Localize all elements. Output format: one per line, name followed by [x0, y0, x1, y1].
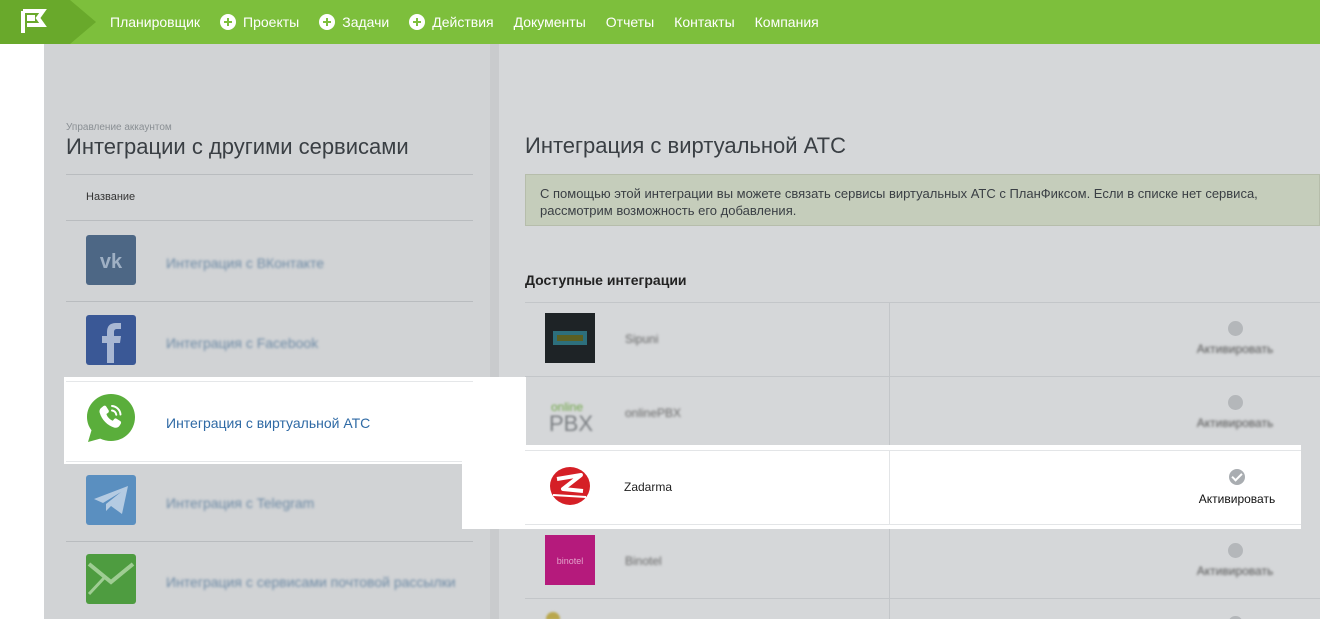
telegram-icon: [86, 475, 136, 525]
service-item-virtual-ats[interactable]: Интеграция с виртуальной АТС: [64, 377, 526, 464]
nav-planner-label: Планировщик: [110, 14, 201, 30]
section-title: Интеграция с виртуальной АТС: [525, 133, 846, 158]
service-label: Интеграция с Telegram: [166, 495, 315, 511]
nav-documents-label: Документы: [513, 14, 586, 30]
nav-tasks-label: Задачи: [342, 14, 390, 30]
top-navigation-bar: Планировщик Проекты Задачи Действия Доку…: [0, 0, 1320, 44]
add-circle-icon[interactable]: [319, 14, 336, 30]
nav-reports[interactable]: Отчеты: [606, 14, 654, 30]
check-circle-icon: [1227, 543, 1243, 558]
panel-divider: [490, 44, 499, 619]
activate-label: Активировать: [1196, 342, 1274, 356]
check-circle-icon: [1227, 321, 1243, 336]
info-notice: С помощью этой интеграции вы можете связ…: [525, 174, 1320, 226]
nav-company-label: Компания: [754, 14, 819, 30]
activate-button[interactable]: Активировать: [1185, 395, 1285, 432]
activate-button[interactable]: Активировать: [1186, 469, 1288, 508]
divider: [525, 598, 1320, 599]
nav-projects-label: Проекты: [243, 14, 300, 30]
mail-icon: [86, 554, 136, 604]
service-item-vk[interactable]: vk Интеграция с ВКонтакте: [66, 222, 473, 302]
service-label: Интеграция с сервисами почтовой рассылки: [166, 574, 456, 590]
main-menu: Планировщик Проекты Задачи Действия Доку…: [110, 0, 839, 44]
nav-actions[interactable]: Действия: [409, 14, 494, 30]
service-item-facebook[interactable]: Интеграция с Facebook: [66, 302, 473, 382]
integration-row-onlinepbx[interactable]: online PBX onlinePBX Активировать: [525, 377, 1320, 451]
divider: [525, 524, 1301, 525]
add-circle-icon[interactable]: [409, 14, 426, 30]
service-label: Интеграция с Facebook: [166, 335, 319, 351]
integration-row-sipuni[interactable]: Sipuni Активировать: [525, 303, 1320, 377]
whatsapp-phone-icon: [84, 391, 138, 445]
divider: [66, 381, 473, 382]
service-item-mail[interactable]: Интеграция с сервисами почтовой рассылки: [66, 541, 473, 619]
onlinepbx-logo: online PBX: [545, 387, 595, 437]
service-label: Интеграция с ВКонтакте: [166, 255, 325, 271]
nav-contacts-label: Контакты: [674, 14, 735, 30]
check-circle-icon: [1229, 469, 1245, 485]
divider: [66, 220, 473, 221]
activate-label: Активировать: [1196, 416, 1274, 430]
available-integrations-title: Доступные интеграции: [525, 272, 687, 288]
svg-text:binotel: binotel: [557, 556, 584, 566]
integration-name: Sipuni: [625, 332, 659, 346]
planfix-logo[interactable]: [0, 0, 96, 44]
nav-company[interactable]: Компания: [755, 14, 819, 30]
nav-planner[interactable]: Планировщик: [110, 14, 200, 30]
integration-row-partial[interactable]: [525, 600, 1320, 619]
integration-name: Binotel: [625, 554, 662, 568]
activate-label: Активировать: [1198, 492, 1276, 506]
binotel-logo: binotel: [545, 535, 595, 585]
column-header-name[interactable]: Название: [86, 191, 135, 203]
activate-button[interactable]: Активировать: [1185, 321, 1285, 358]
activate-label: Активировать: [1196, 564, 1274, 578]
nav-reports-label: Отчеты: [605, 14, 655, 30]
nav-contacts[interactable]: Контакты: [674, 14, 734, 30]
integration-row-binotel[interactable]: binotel Binotel Активировать: [525, 525, 1320, 599]
nav-documents[interactable]: Документы: [514, 14, 586, 30]
vk-icon: vk: [86, 235, 136, 285]
zadarma-logo: [548, 465, 592, 507]
divider: [66, 174, 473, 175]
add-circle-icon[interactable]: [220, 14, 237, 30]
integration-name: Zadarma: [624, 480, 673, 494]
nav-tasks[interactable]: Задачи: [319, 14, 389, 30]
service-label[interactable]: Интеграция с виртуальной АТС: [166, 415, 370, 431]
check-circle-icon: [1227, 395, 1243, 410]
activate-button[interactable]: Активировать: [1185, 543, 1285, 580]
integration-name: onlinePBX: [625, 406, 682, 420]
nav-projects[interactable]: Проекты: [220, 14, 299, 30]
service-item-telegram[interactable]: Интеграция с Telegram: [66, 462, 473, 542]
svg-text:vk: vk: [100, 251, 123, 273]
divider: [66, 461, 473, 462]
column-divider: [889, 450, 890, 524]
divider: [525, 450, 1301, 451]
sipuni-logo: [545, 313, 595, 363]
page-title: Интеграции с другими сервисами: [66, 134, 409, 159]
integration-row-zadarma[interactable]: Zadarma Активировать: [462, 445, 1301, 529]
facebook-icon: [86, 315, 136, 365]
nav-actions-label: Действия: [432, 14, 494, 30]
breadcrumb[interactable]: Управление аккаунтом: [66, 122, 172, 133]
svg-text:PBX: PBX: [549, 411, 593, 436]
